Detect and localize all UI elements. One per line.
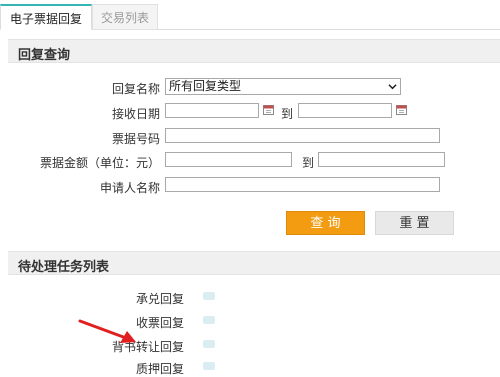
bill-number-label: 票据号码 (111, 132, 160, 146)
task-count-badge[interactable] (203, 316, 215, 324)
query-section-header: 回复查询 (8, 39, 500, 63)
bill-amount-min-input[interactable] (165, 152, 292, 167)
bill-amount-max-input[interactable] (318, 152, 445, 167)
tab-e-bill-reply[interactable]: 电子票据回复 (0, 4, 92, 30)
receive-date-end-input[interactable] (298, 103, 392, 118)
reset-button[interactable]: 重 置 (375, 211, 454, 235)
task-count-badge[interactable] (203, 362, 215, 370)
task-item-pledge-reply[interactable]: 质押回复 (74, 360, 184, 377)
task-count-badge[interactable] (203, 340, 215, 348)
bill-amount-to-label: 到 (302, 156, 315, 170)
reply-type-selected-value: 所有回复类型 (169, 79, 242, 93)
task-count-badge[interactable] (203, 292, 215, 300)
bill-amount-label: 票据金额（单位：元） (39, 156, 160, 170)
applicant-name-input[interactable] (165, 177, 440, 192)
bill-number-input[interactable] (165, 128, 440, 143)
task-section-title: 待处理任务列表 (18, 260, 110, 275)
task-section-header: 待处理任务列表 (8, 251, 500, 275)
calendar-icon[interactable] (263, 104, 274, 115)
receive-date-label: 接收日期 (111, 107, 160, 121)
query-section-title: 回复查询 (18, 48, 71, 63)
receive-date-to-label: 到 (281, 107, 294, 121)
reply-type-select[interactable]: 所有回复类型 (165, 78, 401, 95)
applicant-name-label: 申请人名称 (99, 181, 160, 195)
calendar-icon[interactable] (396, 104, 407, 115)
tab-transaction-list[interactable]: 交易列表 (92, 4, 158, 30)
receive-date-start-input[interactable] (165, 103, 259, 118)
task-item-acceptance-reply[interactable]: 承兑回复 (74, 290, 184, 307)
red-arrow-annotation-icon (78, 319, 136, 343)
chevron-down-icon (388, 84, 397, 90)
query-button[interactable]: 查 询 (286, 211, 365, 235)
tab-bar: 电子票据回复 交易列表 (0, 0, 500, 30)
reply-name-label: 回复名称 (111, 82, 160, 96)
